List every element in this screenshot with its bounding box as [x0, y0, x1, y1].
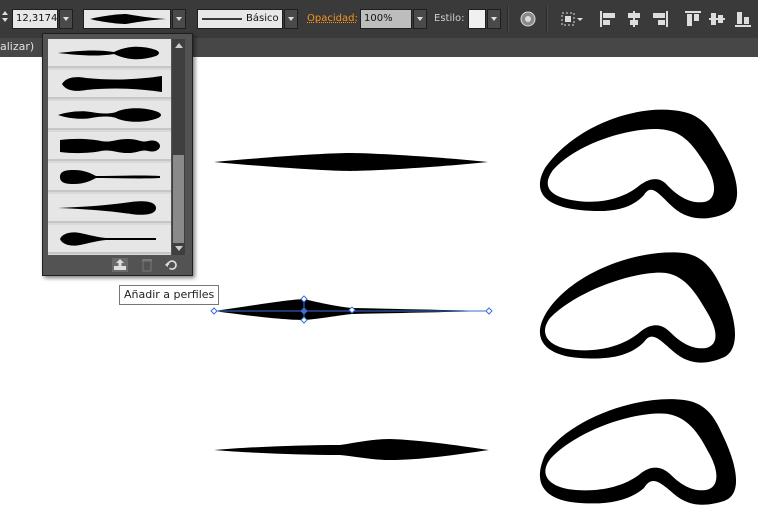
width-profile-item[interactable]	[48, 101, 171, 130]
brush-definition-select[interactable]: Básico	[197, 9, 283, 29]
opacity-dropdown[interactable]	[413, 9, 427, 29]
opacity-label[interactable]: Opacidad:	[307, 13, 358, 24]
align-to-selection-icon[interactable]	[560, 10, 586, 28]
width-profile-item[interactable]	[48, 132, 171, 161]
brush-definition-label: Básico	[246, 13, 279, 24]
profile-shape-icon	[58, 108, 161, 122]
scroll-thumb[interactable]	[173, 155, 184, 243]
delete-profile-icon[interactable]	[139, 258, 155, 272]
reset-profiles-icon[interactable]	[164, 258, 180, 272]
width-profile-dropdown[interactable]	[172, 9, 186, 29]
brush-definition-dropdown[interactable]	[284, 9, 298, 29]
align-left-icon[interactable]	[599, 10, 617, 28]
scroll-down-arrow-icon[interactable]	[175, 246, 183, 251]
align-vertical-center-icon[interactable]	[708, 10, 726, 28]
curved-shape-1[interactable]	[539, 109, 738, 219]
width-profile-scrollbar[interactable]	[172, 39, 185, 255]
width-stroke-1[interactable]	[214, 153, 488, 171]
curved-shape-2[interactable]	[539, 252, 735, 363]
width-profile-item[interactable]	[48, 225, 171, 254]
width-profile-item[interactable]	[48, 39, 171, 68]
profile-shape-icon	[62, 76, 162, 92]
add-to-profiles-icon[interactable]	[112, 258, 128, 272]
scroll-up-arrow-icon[interactable]	[175, 43, 183, 48]
profile-shape-icon	[60, 232, 156, 246]
anchor-point-right[interactable]	[485, 307, 493, 315]
tooltip: Añadir a perfiles	[119, 285, 220, 305]
toolbar-separator	[546, 6, 548, 32]
toolbar-separator	[507, 6, 509, 32]
width-profile-preview-icon	[90, 14, 166, 24]
recolor-artwork-icon[interactable]	[519, 10, 537, 28]
width-profile-list	[48, 39, 171, 255]
width-profile-item[interactable]	[48, 194, 171, 223]
basic-stroke-line-icon	[202, 18, 242, 20]
opacity-field[interactable]: 100%	[360, 9, 412, 29]
profile-shape-icon	[58, 201, 156, 215]
profile-shape-icon	[58, 46, 159, 60]
style-label: Estilo:	[434, 13, 465, 24]
width-profile-item[interactable]	[48, 163, 171, 192]
align-bottom-icon[interactable]	[734, 10, 752, 28]
profile-shape-icon	[60, 170, 160, 184]
curved-shape-3[interactable]	[539, 399, 737, 505]
graphic-style-swatch[interactable]	[468, 9, 486, 29]
width-profile-item[interactable]	[48, 70, 171, 99]
profile-shape-icon	[60, 138, 160, 154]
width-stroke-3[interactable]	[214, 439, 489, 460]
width-profile-panel	[42, 33, 193, 276]
anchor-point-left[interactable]	[210, 307, 218, 315]
variable-width-profile-select[interactable]	[83, 9, 171, 29]
stroke-weight-dropdown[interactable]	[59, 9, 73, 29]
stroke-weight-field[interactable]: 12,3174	[12, 9, 58, 29]
align-top-icon[interactable]	[684, 10, 702, 28]
align-horizontal-center-icon[interactable]	[625, 10, 643, 28]
graphic-style-dropdown[interactable]	[487, 9, 501, 29]
stroke-weight-stepper[interactable]	[1, 9, 10, 29]
align-right-icon[interactable]	[651, 10, 669, 28]
document-title[interactable]: alizar)	[0, 40, 34, 53]
